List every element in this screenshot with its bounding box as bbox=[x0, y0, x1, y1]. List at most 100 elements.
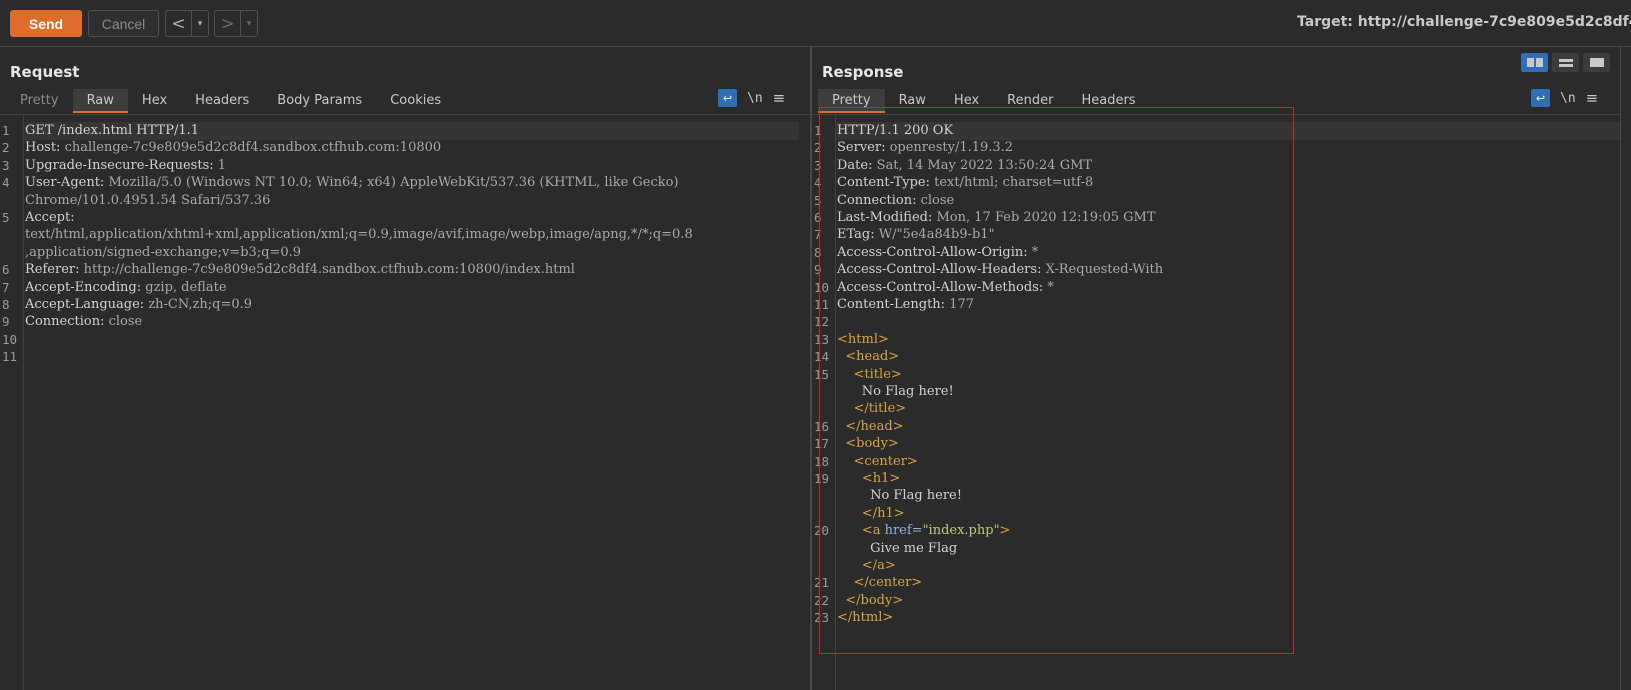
response-tab-raw[interactable]: Raw bbox=[885, 89, 940, 113]
request-line: Chrome/101.0.4951.54 Safari/537.36 bbox=[25, 192, 270, 210]
code-token: > bbox=[999, 523, 1011, 539]
inspector-divider[interactable] bbox=[1620, 47, 1621, 690]
request-tab-body-params[interactable]: Body Params bbox=[263, 89, 376, 113]
request-tab-hex[interactable]: Hex bbox=[128, 89, 181, 113]
request-line: Referer: http://challenge-7c9e809e5d2c8d… bbox=[25, 261, 575, 279]
line-number: 10 bbox=[814, 279, 830, 295]
response-tab-headers[interactable]: Headers bbox=[1067, 89, 1149, 113]
request-tab-cookies[interactable]: Cookies bbox=[376, 89, 455, 113]
header-value: text/html,application/xhtml+xml,applicat… bbox=[25, 227, 693, 243]
header-name: Accept-Encoding: bbox=[25, 279, 142, 295]
code-token: "index.php" bbox=[922, 523, 1000, 539]
header-value: Chrome/101.0.4951.54 Safari/537.36 bbox=[25, 192, 271, 208]
header-value: 1 bbox=[213, 157, 227, 173]
forward-arrow-icon[interactable]: > bbox=[215, 11, 241, 36]
response-line: Date: Sat, 14 May 2022 13:50:24 GMT bbox=[837, 157, 1092, 175]
back-dropdown-icon[interactable]: ▾ bbox=[192, 19, 208, 29]
back-arrow-icon[interactable]: < bbox=[166, 11, 192, 36]
cancel-button[interactable]: Cancel bbox=[88, 10, 159, 37]
forward-nav-group[interactable]: > ▾ bbox=[214, 10, 258, 37]
response-line: </head> bbox=[837, 418, 903, 436]
response-line: ETag: W/"5e4a84b9-b1" bbox=[837, 226, 995, 244]
request-panel: Request Pretty Raw Hex Headers Body Params Co… bbox=[0, 47, 810, 690]
menu-icon[interactable]: ≡ bbox=[1586, 89, 1599, 107]
newline-toggle-icon[interactable]: \n bbox=[1560, 91, 1576, 106]
code-token: <h1> bbox=[861, 471, 901, 486]
layout-single-icon[interactable] bbox=[1583, 53, 1610, 72]
code-token: </body> bbox=[845, 592, 904, 608]
code-token: 177 bbox=[945, 297, 975, 312]
code-token: Sat, 14 May 2022 13:50:24 GMT bbox=[872, 157, 1093, 173]
line-number: 12 bbox=[814, 314, 830, 330]
request-tab-pretty[interactable]: Pretty bbox=[6, 89, 73, 113]
response-line: </h1> bbox=[837, 505, 905, 523]
code-token: close bbox=[916, 192, 955, 208]
response-line: </title> bbox=[837, 400, 907, 418]
line-number: 1 bbox=[814, 123, 822, 138]
response-line: Access-Control-Allow-Origin: * bbox=[837, 244, 1038, 262]
menu-icon[interactable]: ≡ bbox=[773, 89, 786, 107]
back-nav-group[interactable]: < ▾ bbox=[165, 10, 209, 37]
response-line: </html> bbox=[837, 609, 893, 627]
code-token: </title> bbox=[853, 401, 907, 417]
code-token: </h1> bbox=[861, 505, 905, 521]
request-line: text/html,application/xhtml+xml,applicat… bbox=[25, 226, 693, 244]
header-name: Upgrade-Insecure-Requests: bbox=[25, 157, 214, 173]
code-token: Mon, 17 Feb 2020 12:19:05 GMT bbox=[932, 210, 1156, 225]
code-token: <title> bbox=[853, 366, 902, 382]
request-tabs: Pretty Raw Hex Headers Body Params Cookies bbox=[6, 89, 455, 113]
request-tab-headers[interactable]: Headers bbox=[181, 89, 263, 113]
response-tab-pretty[interactable]: Pretty bbox=[818, 89, 885, 113]
code-token: No Flag here! bbox=[861, 384, 954, 399]
line-number: 13 bbox=[814, 331, 830, 347]
response-editor[interactable]: 1 HTTP/1.1 200 OK 2 Server: openresty/1.19.… bbox=[812, 115, 1620, 690]
line-number: 2 bbox=[2, 140, 10, 156]
line-number: 5 bbox=[2, 210, 10, 225]
send-button[interactable]: Send bbox=[10, 10, 82, 37]
line-number: 14 bbox=[814, 349, 830, 365]
layout-stacked-icon[interactable] bbox=[1552, 53, 1579, 72]
line-number: 15 bbox=[814, 366, 830, 382]
code-token: </html> bbox=[837, 610, 894, 626]
code-token: <html> bbox=[837, 331, 889, 347]
code-token: No Flag here! bbox=[870, 488, 962, 504]
header-name: Referer: bbox=[25, 262, 80, 278]
response-line: </a> bbox=[837, 557, 896, 575]
request-line: Host: challenge-7c9e809e5d2c8df4.sandbox… bbox=[25, 139, 441, 157]
code-token: </a> bbox=[861, 558, 896, 573]
code-token: </center> bbox=[853, 575, 923, 591]
request-line: GET /index.html HTTP/1.1 bbox=[25, 122, 199, 140]
request-title: Request bbox=[10, 63, 80, 81]
wrap-icon[interactable]: ↩ bbox=[718, 89, 737, 107]
forward-dropdown-icon[interactable]: ▾ bbox=[241, 19, 257, 29]
response-tab-render[interactable]: Render bbox=[993, 89, 1067, 113]
code-token: <center> bbox=[853, 453, 918, 469]
newline-toggle-icon[interactable]: \n bbox=[747, 91, 763, 106]
header-name: Accept-Language: bbox=[25, 297, 145, 312]
header-name: GET /index.html HTTP/1.1 bbox=[25, 123, 200, 138]
code-token: Access-Control-Allow-Origin: bbox=[837, 244, 1028, 260]
request-tab-raw[interactable]: Raw bbox=[72, 89, 128, 113]
target-url[interactable]: Target: http://challenge-7c9e809e5d2c8df… bbox=[1297, 14, 1631, 30]
request-editor[interactable]: 1 GET /index.html HTTP/1.1 2 Host: challeng… bbox=[0, 115, 810, 690]
code-token: Access-Control-Allow-Headers: bbox=[837, 262, 1042, 278]
code-token: openresty/1.19.3.2 bbox=[885, 140, 1014, 156]
request-line: Connection: close bbox=[25, 313, 142, 331]
code-token: ETag: bbox=[837, 227, 875, 243]
header-name: Connection: bbox=[25, 314, 105, 330]
line-number: 7 bbox=[814, 227, 822, 243]
response-tab-hex[interactable]: Hex bbox=[940, 89, 993, 113]
header-name: Accept: bbox=[25, 210, 75, 225]
layout-toggle-group bbox=[1521, 53, 1610, 72]
repeater-window: Send Cancel < ▾ > ▾ Target: http://chall… bbox=[0, 0, 1631, 690]
layout-side-by-side-icon[interactable] bbox=[1521, 53, 1548, 72]
header-value: ,application/signed-exchange;v=b3;q=0.9 bbox=[25, 244, 302, 260]
response-line: No Flag here! bbox=[837, 487, 962, 505]
line-number: 22 bbox=[814, 592, 830, 608]
line-number: 19 bbox=[814, 471, 830, 486]
code-token: text/html; charset=utf-8 bbox=[930, 175, 1094, 191]
line-number: 8 bbox=[814, 244, 822, 260]
line-number: 5 bbox=[814, 192, 822, 208]
wrap-icon[interactable]: ↩ bbox=[1531, 89, 1550, 107]
line-number: 4 bbox=[2, 175, 10, 191]
